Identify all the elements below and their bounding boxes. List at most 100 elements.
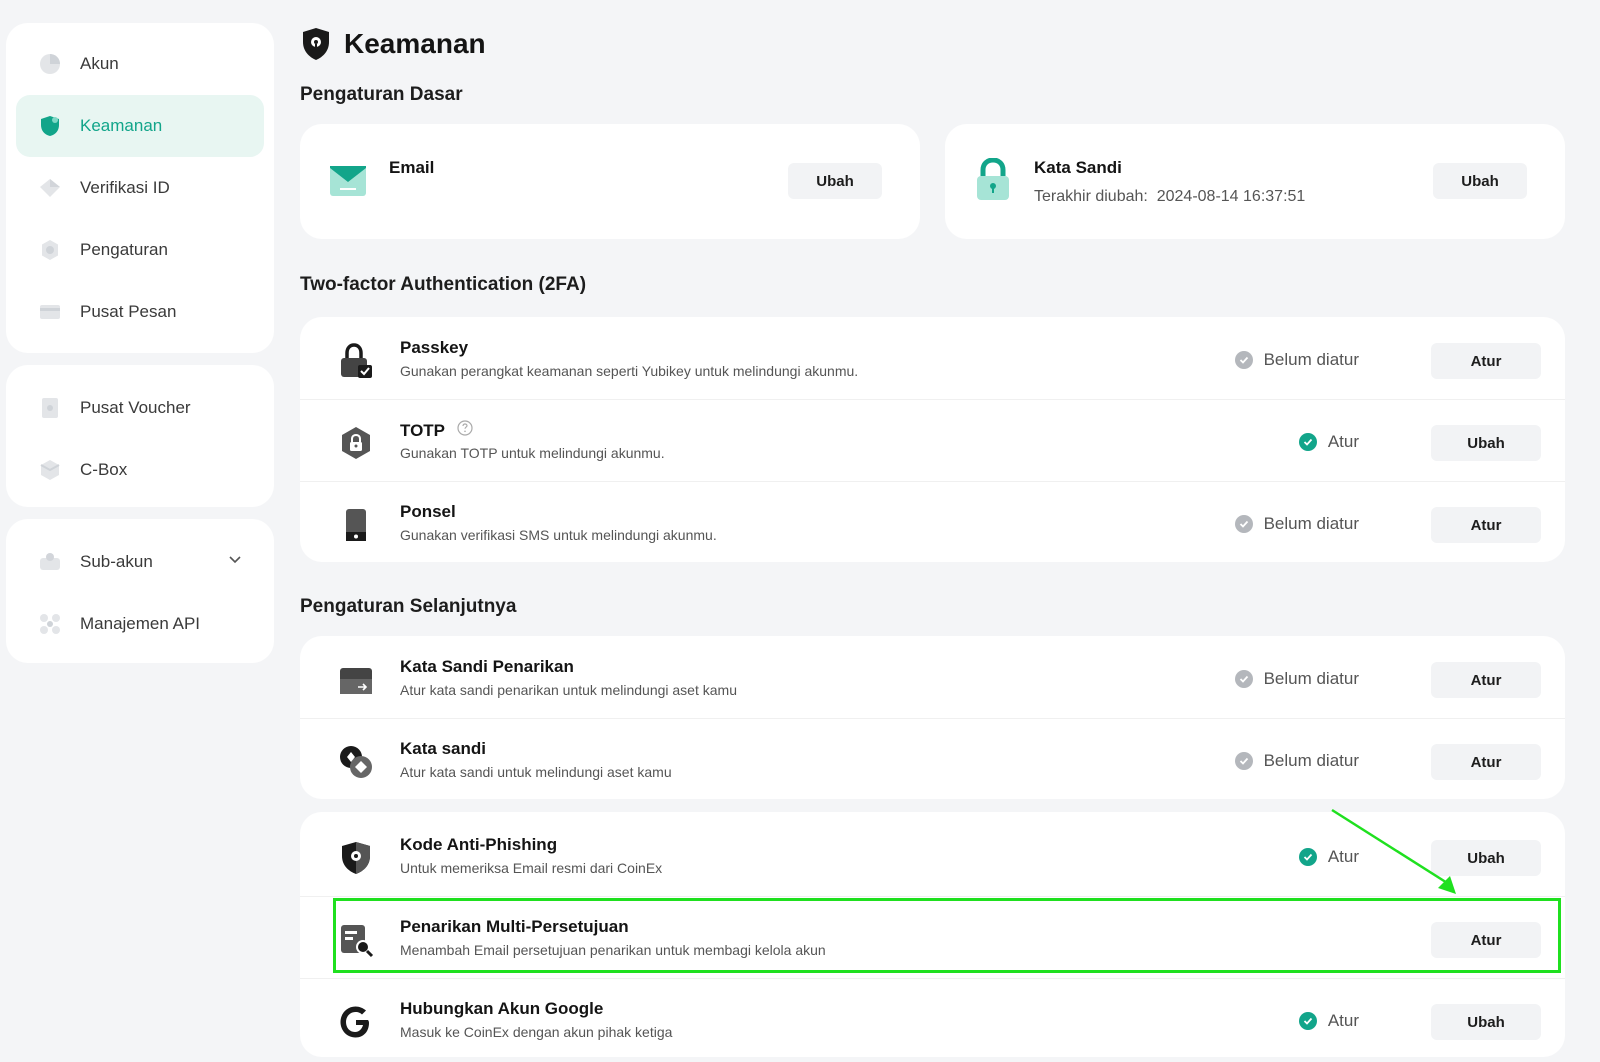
sidebar-item-manajemen-api[interactable]: Manajemen API [16, 593, 264, 655]
divider [300, 978, 1565, 979]
check-circle-icon [1234, 515, 1253, 533]
google-icon [338, 1004, 374, 1040]
page-title: Keamanan [300, 26, 486, 62]
row-desc: Untuk memeriksa Email resmi dari CoinEx [400, 860, 663, 876]
divider [300, 718, 1565, 719]
anti-phishing-button[interactable]: Ubah [1431, 840, 1541, 876]
sidebar-item-sub-akun[interactable]: Sub-akun [16, 531, 264, 593]
status-badge: Belum diatur [1234, 350, 1359, 370]
divider [300, 481, 1565, 482]
sidebar-item-keamanan[interactable]: Keamanan [16, 95, 264, 157]
status-badge: Atur [1298, 432, 1359, 452]
row-title: Kata sandi [400, 739, 486, 758]
sidebar-item-label: C-Box [80, 460, 128, 479]
check-circle-icon [1234, 752, 1253, 770]
multi-persetujuan-button[interactable]: Atur [1431, 922, 1541, 958]
google-action-button[interactable]: Ubah [1431, 1004, 1541, 1040]
box-icon [38, 458, 62, 482]
row-title: Kode Anti-Phishing [400, 835, 558, 854]
sidebar-item-verifikasi-id[interactable]: Verifikasi ID [16, 157, 264, 219]
shield-icon [338, 840, 374, 876]
voucher-icon [38, 396, 62, 420]
help-icon[interactable] [457, 420, 473, 441]
check-circle-icon [1298, 433, 1317, 451]
list-item-multi-persetujuan: Penarikan Multi-Persetujuan Menambah Ema… [300, 898, 1565, 978]
status-badge: Belum diatur [1234, 751, 1359, 771]
tfa-card: Passkey Gunakan perangkat keamanan seper… [300, 317, 1565, 562]
status-text: Belum diatur [1263, 514, 1359, 533]
approval-search-icon [338, 922, 374, 958]
sidebar-item-pusat-voucher[interactable]: Pusat Voucher [16, 377, 264, 439]
email-change-button[interactable]: Ubah [788, 163, 882, 199]
row-title: Penarikan Multi-Persetujuan [400, 917, 629, 936]
sidebar-item-pusat-pesan[interactable]: Pusat Pesan [16, 281, 264, 343]
lock-icon [973, 157, 1013, 200]
ponsel-action-button[interactable]: Atur [1431, 507, 1541, 543]
chevron-down-icon[interactable] [228, 553, 242, 572]
divider [300, 399, 1565, 400]
mail-icon [328, 160, 368, 200]
check-circle-icon [1234, 351, 1253, 369]
diamond-icon [38, 176, 62, 200]
sidebar-item-label: Sub-akun [80, 552, 153, 571]
api-icon [38, 612, 62, 636]
sidebar-group-account: Akun Keamanan Verifikasi ID Pengaturan P… [6, 23, 274, 353]
status-badge: Atur [1298, 847, 1359, 867]
row-title: Passkey [400, 338, 469, 357]
sidebar-item-label: Pengaturan [80, 240, 168, 259]
status-badge: Belum diatur [1234, 669, 1359, 689]
shield-icon [38, 114, 62, 138]
shield-lock-icon [300, 26, 332, 62]
totp-hexagon-icon [338, 425, 374, 461]
sidebar-item-akun[interactable]: Akun [16, 33, 264, 95]
advanced-card-1: Kata Sandi Penarikan Atur kata sandi pen… [300, 636, 1565, 799]
page-title-text: Keamanan [344, 28, 486, 59]
sidebar-item-pengaturan[interactable]: Pengaturan [16, 219, 264, 281]
list-item-google: Hubungkan Akun Google Masuk ke CoinEx de… [300, 980, 1565, 1060]
sidebar-item-c-box[interactable]: C-Box [16, 439, 264, 501]
list-item-totp: TOTP Gunakan TOTP untuk melindungi akunm… [300, 401, 1565, 481]
totp-action-button[interactable]: Ubah [1431, 425, 1541, 461]
kata-sandi-button[interactable]: Atur [1431, 744, 1541, 780]
row-desc: Gunakan TOTP untuk melindungi akunmu. [400, 445, 665, 461]
list-item-ponsel: Ponsel Gunakan verifikasi SMS untuk meli… [300, 483, 1565, 563]
check-circle-icon [1298, 848, 1317, 866]
sidebar-item-label: Akun [80, 54, 119, 73]
coins-icon [338, 744, 374, 780]
sub-account-icon [38, 550, 62, 574]
status-text: Belum diatur [1263, 669, 1359, 688]
row-title: TOTP [400, 420, 473, 441]
row-title: Hubungkan Akun Google [400, 999, 604, 1018]
status-text: Belum diatur [1263, 350, 1359, 369]
email-card: Email Ubah [300, 124, 920, 239]
status-badge: Atur [1298, 1011, 1359, 1031]
sidebar-group-advanced: Sub-akun Manajemen API [6, 519, 274, 663]
status-text: Atur [1327, 847, 1359, 866]
check-circle-icon [1298, 1012, 1317, 1030]
pie-icon [38, 52, 62, 76]
list-item-kata-sandi: Kata sandi Atur kata sandi untuk melindu… [300, 720, 1565, 800]
section-title-basic: Pengaturan Dasar [300, 84, 463, 105]
advanced-card-2: Kode Anti-Phishing Untuk memeriksa Email… [300, 812, 1565, 1057]
last-changed-label: Terakhir diubah: [1034, 188, 1148, 205]
sidebar-item-label: Keamanan [80, 116, 163, 135]
passkey-action-button[interactable]: Atur [1431, 343, 1541, 379]
last-changed-value: 2024-08-14 16:37:51 [1156, 188, 1306, 205]
password-change-button[interactable]: Ubah [1433, 163, 1527, 199]
row-desc: Gunakan perangkat keamanan seperti Yubik… [400, 363, 859, 379]
row-desc: Masuk ke CoinEx dengan akun pihak ketiga [400, 1024, 673, 1040]
list-item-kata-sandi-penarikan: Kata Sandi Penarikan Atur kata sandi pen… [300, 638, 1565, 718]
email-title: Email [389, 158, 435, 177]
phone-icon [338, 507, 374, 543]
sidebar-item-label: Pusat Pesan [80, 302, 177, 321]
sidebar-item-label: Manajemen API [80, 614, 201, 633]
list-item-passkey: Passkey Gunakan perangkat keamanan seper… [300, 319, 1565, 399]
section-title-2fa: Two-factor Authentication (2FA) [300, 274, 587, 295]
status-text: Atur [1327, 1011, 1359, 1030]
card-icon [338, 662, 374, 698]
row-title: Ponsel [400, 502, 456, 521]
passkey-lock-icon [338, 343, 374, 379]
divider [300, 896, 1565, 897]
kata-sandi-penarikan-button[interactable]: Atur [1431, 662, 1541, 698]
list-item-anti-phishing: Kode Anti-Phishing Untuk memeriksa Email… [300, 816, 1565, 896]
